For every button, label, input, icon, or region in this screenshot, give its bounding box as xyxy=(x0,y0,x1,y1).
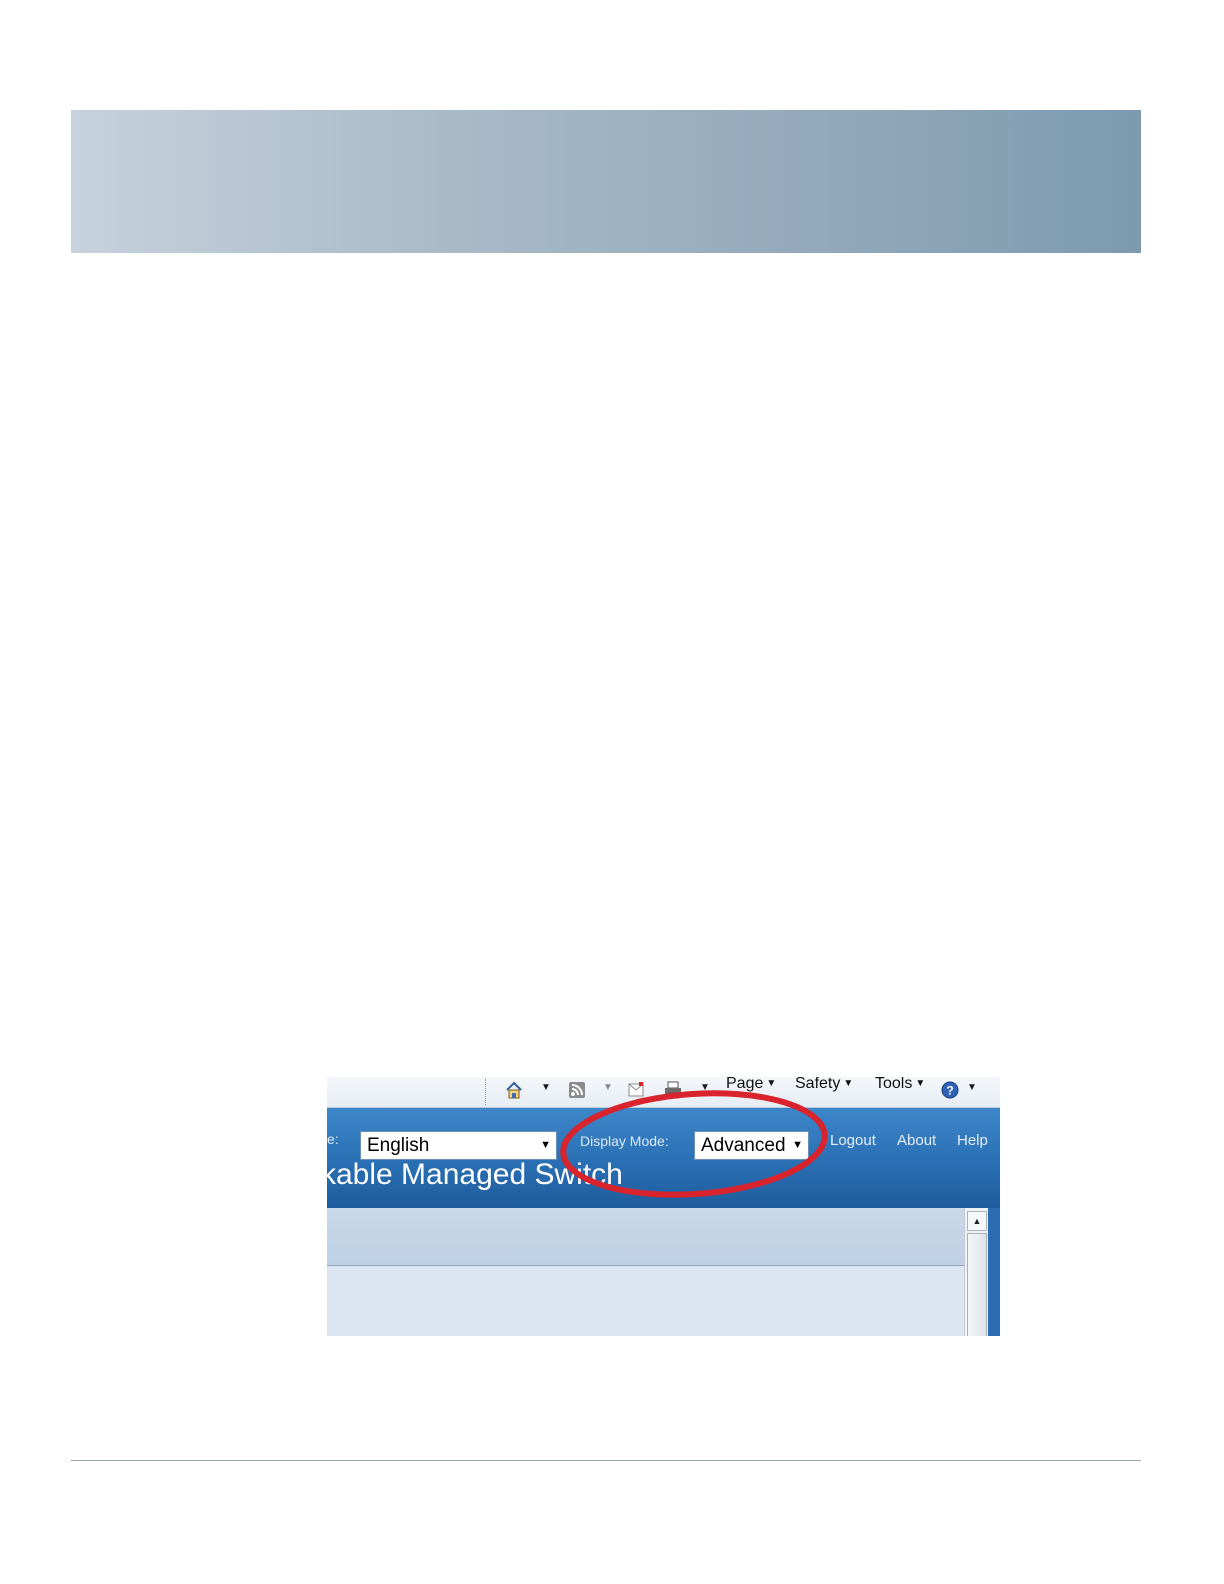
chevron-down-icon: ▼ xyxy=(792,1139,803,1151)
language-label: e: xyxy=(327,1131,339,1147)
language-select-value: English xyxy=(367,1135,430,1156)
vertical-scrollbar[interactable]: ▲ xyxy=(964,1208,989,1336)
display-mode-select-value: Advanced xyxy=(701,1135,786,1156)
chapter-header-banner xyxy=(71,110,1141,253)
chevron-down-icon: ▼ xyxy=(540,1139,551,1151)
scroll-up-arrow-icon[interactable]: ▲ xyxy=(967,1211,987,1231)
print-dropdown-arrow[interactable]: ▼ xyxy=(700,1081,710,1095)
ie-command-bar: ▼ ▼ ▼ Page ▼ Safety ▼ Tools ▼ ? ▼ xyxy=(327,1077,1000,1108)
chevron-down-icon: ▼ xyxy=(843,1078,854,1089)
page-menu-label: Page xyxy=(726,1077,764,1092)
display-mode-select[interactable]: Advanced ▼ xyxy=(694,1131,809,1160)
svg-text:?: ? xyxy=(946,1084,953,1098)
chevron-down-icon: ▼ xyxy=(915,1078,926,1089)
scroll-thumb[interactable] xyxy=(967,1233,987,1336)
home-dropdown-arrow[interactable]: ▼ xyxy=(541,1081,551,1095)
content-title-band xyxy=(327,1208,964,1266)
language-select[interactable]: English ▼ xyxy=(360,1131,557,1160)
logout-link[interactable]: Logout xyxy=(830,1132,876,1149)
feeds-dropdown-arrow[interactable]: ▼ xyxy=(603,1081,613,1095)
about-link[interactable]: About xyxy=(897,1132,936,1149)
print-icon[interactable] xyxy=(664,1081,682,1099)
page-menu[interactable]: Page ▼ xyxy=(726,1077,776,1094)
window-edge xyxy=(988,1208,1000,1336)
switch-app-header: e: English ▼ Display Mode: Advanced ▼ Lo… xyxy=(327,1108,1000,1208)
browser-screenshot: ▼ ▼ ▼ Page ▼ Safety ▼ Tools ▼ ? ▼ e: Eng… xyxy=(327,1077,1000,1336)
help-link[interactable]: Help xyxy=(957,1132,988,1149)
tools-menu-label: Tools xyxy=(875,1077,913,1092)
content-area xyxy=(327,1266,964,1336)
feeds-icon[interactable] xyxy=(568,1081,586,1099)
read-mail-icon[interactable] xyxy=(627,1081,645,1099)
safety-menu-label: Safety xyxy=(795,1077,841,1092)
chevron-down-icon: ▼ xyxy=(766,1078,777,1089)
home-icon[interactable] xyxy=(505,1081,523,1099)
safety-menu[interactable]: Safety ▼ xyxy=(795,1077,853,1094)
display-mode-label: Display Mode: xyxy=(580,1133,669,1149)
app-title: kable Managed Switch xyxy=(327,1158,623,1191)
help-icon[interactable]: ? xyxy=(941,1081,959,1099)
tools-menu[interactable]: Tools ▼ xyxy=(875,1077,925,1094)
toolbar-separator xyxy=(485,1079,486,1105)
help-dropdown-arrow[interactable]: ▼ xyxy=(967,1081,977,1095)
footer-rule xyxy=(71,1460,1141,1461)
